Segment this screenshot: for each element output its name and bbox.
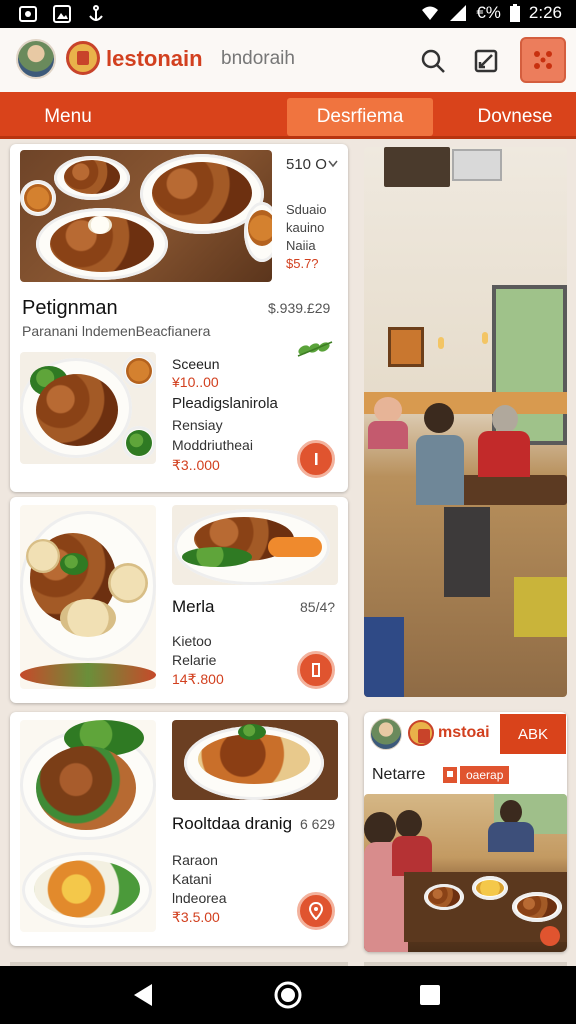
gallery-notification-icon: [19, 6, 37, 22]
detail-line-1: Kietoo: [172, 633, 212, 649]
leaf-icon: [297, 341, 333, 357]
user-avatar[interactable]: [16, 39, 56, 79]
menu-card-1[interactable]: 510 O Sduaio kauino Naiia $5.7? Petignma…: [10, 144, 348, 492]
card-title: Merla: [172, 597, 215, 616]
anchor-notification-icon: [89, 5, 103, 21]
side-line-3: Naiia: [286, 238, 316, 253]
grid-icon: [534, 51, 552, 69]
search-button[interactable]: [413, 41, 453, 81]
detail-line-1: Raraon: [172, 852, 218, 868]
grid-menu-button[interactable]: [520, 37, 566, 83]
system-nav-bar: [0, 966, 576, 1024]
promo-name: mstoai: [438, 724, 490, 741]
battery-icon: [509, 4, 520, 22]
card-subtitle: Paranani lndemenBeacfianera: [22, 323, 211, 339]
tab-dev[interactable]: Dovnese: [460, 98, 570, 136]
brand-subtitle: bndoraih: [221, 48, 295, 69]
map-icon: [474, 49, 498, 73]
promo-button[interactable]: ABK: [500, 714, 566, 754]
back-icon[interactable]: [128, 979, 160, 1011]
location-pin-icon: [309, 902, 323, 920]
chevron-down-icon[interactable]: [328, 160, 338, 168]
promo-avatar: [370, 718, 402, 750]
detail-line-2: Relarie: [172, 652, 217, 668]
tag-icon: [443, 767, 457, 783]
location-button[interactable]: [297, 892, 335, 930]
promo-card[interactable]: mstoai ABK Netarre oaerap: [364, 712, 567, 952]
item-line-1: Pleadigslanirola: [172, 395, 278, 412]
tab-best[interactable]: Desrfiema: [287, 98, 433, 136]
menu-card-3[interactable]: Rooltdaa dranig 6 629 Raraon Katani lnde…: [10, 712, 348, 946]
side-line-2: kauino: [286, 220, 325, 235]
status-bar: €% 2:26: [0, 0, 576, 28]
side-price: $5.7?: [286, 256, 319, 271]
dish-photo-stew: [20, 505, 156, 689]
promo-label: Netarre: [372, 766, 426, 783]
image-notification-icon: [53, 5, 71, 23]
menu-card-2[interactable]: Merla 85/4? Kietoo Relarie 14₹.800: [10, 497, 348, 703]
item-line-3: Moddriutheai: [172, 437, 253, 453]
card-price: 6 629: [300, 816, 336, 832]
promo-tag: oaerap: [460, 766, 510, 784]
wifi-icon: [422, 6, 439, 20]
item-price-2: ₹3..000: [172, 457, 220, 473]
card-title-price: $.939.£29: [268, 300, 331, 316]
detail-line-3: lndeorea: [172, 890, 227, 906]
dish-photo-chicken: [172, 505, 338, 585]
item-name: Sceeun: [172, 356, 220, 372]
dish-photo-main: [20, 150, 272, 282]
plus-icon: [312, 663, 320, 677]
promo-photo: [364, 794, 567, 952]
search-icon: [421, 49, 445, 73]
item-price: ¥10..00: [172, 374, 219, 390]
map-button[interactable]: [466, 41, 506, 81]
battery-text: €%: [476, 3, 501, 22]
brand-logo: [66, 41, 100, 75]
app-bar: lestonain bndoraih: [0, 28, 576, 92]
tab-bar: Menu Desrfiema Dovnese: [0, 92, 576, 139]
dish-photo-soup: [172, 720, 338, 800]
card-title: Rooltdaa dranig: [172, 814, 293, 833]
brand-name: lestonain: [106, 46, 203, 71]
header-price: 510 O: [286, 156, 327, 173]
recents-icon[interactable]: [414, 979, 446, 1011]
detail-line-2: Katani: [172, 871, 212, 887]
dish-photo-secondary: [20, 352, 156, 464]
item-line-2: Rensiay: [172, 417, 223, 433]
detail-price: ₹3.5.00: [172, 909, 220, 925]
add-button[interactable]: [297, 651, 335, 689]
restaurant-interior-photo[interactable]: [364, 147, 567, 697]
plus-icon: [315, 453, 318, 465]
add-button[interactable]: [297, 440, 335, 478]
home-icon[interactable]: [272, 979, 304, 1011]
card-title: Petignman: [22, 297, 118, 319]
tab-menu[interactable]: Menu: [20, 98, 116, 136]
detail-price: 14₹.800: [172, 671, 224, 687]
card-price: 85/4?: [300, 599, 336, 615]
promo-logo: [408, 720, 434, 746]
clock-time: 2:26: [528, 3, 562, 22]
side-line-1: Sduaio: [286, 202, 327, 217]
dish-photo-noodles: [20, 720, 156, 932]
signal-icon: [450, 5, 467, 21]
